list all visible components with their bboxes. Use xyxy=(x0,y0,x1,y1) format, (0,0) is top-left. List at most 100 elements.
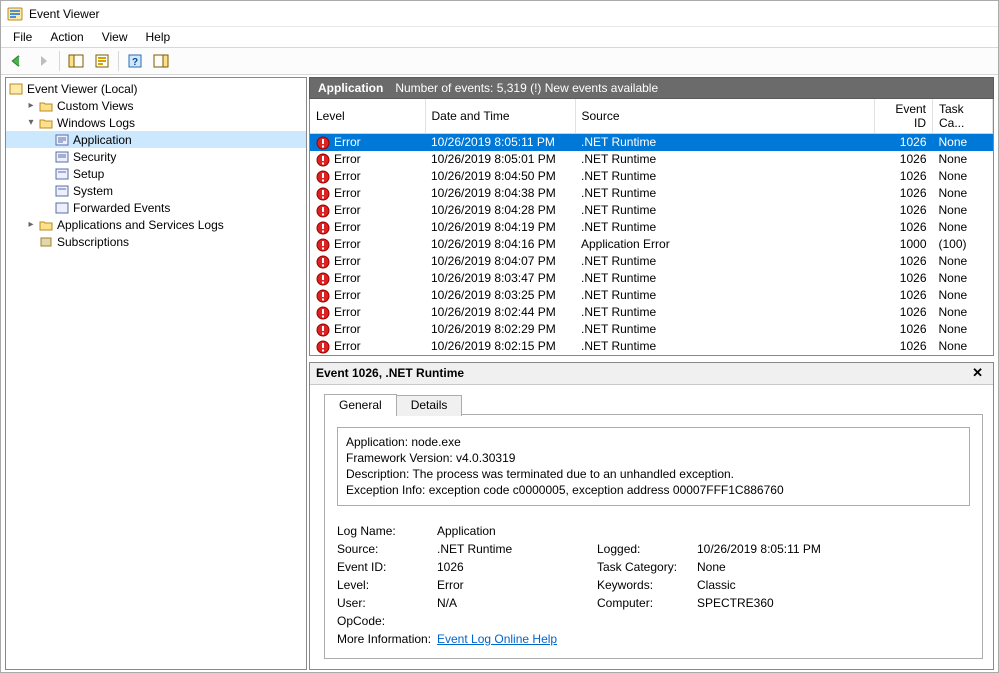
val-opcode xyxy=(437,614,597,628)
event-row[interactable]: Error10/26/2019 8:05:11 PM.NET Runtime10… xyxy=(310,134,993,151)
event-description[interactable]: Application: node.exe Framework Version:… xyxy=(337,427,970,506)
col-source[interactable]: Source xyxy=(575,99,875,134)
detail-panel: Event 1026, .NET Runtime ✕ General Detai… xyxy=(309,362,994,670)
col-level[interactable]: Level xyxy=(310,99,425,134)
cell-source: .NET Runtime xyxy=(575,253,875,270)
tree-root[interactable]: Event Viewer (Local) xyxy=(6,80,306,97)
event-row[interactable]: Error10/26/2019 8:02:15 PM.NET Runtime10… xyxy=(310,338,993,355)
event-properties: Log Name: Application Source: .NET Runti… xyxy=(337,524,970,646)
cell-level: Error xyxy=(334,339,361,353)
tree-apps-services[interactable]: ▸ Applications and Services Logs xyxy=(6,216,306,233)
event-row[interactable]: Error10/26/2019 8:04:38 PM.NET Runtime10… xyxy=(310,185,993,202)
error-icon xyxy=(316,136,330,150)
event-row[interactable]: Error10/26/2019 8:03:25 PM.NET Runtime10… xyxy=(310,287,993,304)
properties-button[interactable] xyxy=(90,50,114,72)
cell-task: None xyxy=(933,321,993,338)
event-row[interactable]: Error10/26/2019 8:04:28 PM.NET Runtime10… xyxy=(310,202,993,219)
tree-application[interactable]: Application xyxy=(6,131,306,148)
menu-file[interactable]: File xyxy=(5,28,40,46)
tab-body-general: Application: node.exe Framework Version:… xyxy=(324,414,983,659)
lbl-task-cat: Task Category: xyxy=(597,560,697,574)
tab-general[interactable]: General xyxy=(324,394,397,415)
lbl-computer: Computer: xyxy=(597,596,697,610)
detail-tabs: General Details xyxy=(324,393,983,414)
folder-icon xyxy=(38,98,54,114)
cell-source: .NET Runtime xyxy=(575,219,875,236)
cell-datetime: 10/26/2019 8:04:07 PM xyxy=(425,253,575,270)
cell-datetime: 10/26/2019 8:04:16 PM xyxy=(425,236,575,253)
tree-label: Security xyxy=(73,150,116,164)
log-icon xyxy=(54,149,70,165)
cell-eventid: 1026 xyxy=(875,185,933,202)
cell-task: None xyxy=(933,253,993,270)
error-icon xyxy=(316,153,330,167)
tab-details[interactable]: Details xyxy=(396,395,463,416)
event-list[interactable]: Level Date and Time Source Event ID Task… xyxy=(309,99,994,356)
cell-source: .NET Runtime xyxy=(575,287,875,304)
list-header: Application Number of events: 5,319 (!) … xyxy=(309,77,994,99)
tree-label: System xyxy=(73,184,113,198)
cell-datetime: 10/26/2019 8:02:15 PM xyxy=(425,338,575,355)
subscriptions-icon xyxy=(38,234,54,250)
tree-security[interactable]: Security xyxy=(6,148,306,165)
help-button[interactable]: ? xyxy=(123,50,147,72)
cell-source: .NET Runtime xyxy=(575,304,875,321)
tree-forwarded[interactable]: Forwarded Events xyxy=(6,199,306,216)
event-row[interactable]: Error10/26/2019 8:04:19 PM.NET Runtime10… xyxy=(310,219,993,236)
column-headers[interactable]: Level Date and Time Source Event ID Task… xyxy=(310,99,993,134)
menu-help[interactable]: Help xyxy=(138,28,179,46)
lbl-log-name: Log Name: xyxy=(337,524,437,538)
col-datetime[interactable]: Date and Time xyxy=(425,99,575,134)
col-eventid[interactable]: Event ID xyxy=(875,99,933,134)
toolbar-separator xyxy=(118,51,119,71)
tree-label: Custom Views xyxy=(57,99,133,113)
col-task[interactable]: Task Ca... xyxy=(933,99,993,134)
tree-panel[interactable]: Event Viewer (Local) ▸ Custom Views ▾ Wi… xyxy=(5,77,307,670)
event-row[interactable]: Error10/26/2019 8:04:07 PM.NET Runtime10… xyxy=(310,253,993,270)
cell-level: Error xyxy=(334,203,361,217)
nav-forward-button[interactable] xyxy=(31,50,55,72)
cell-datetime: 10/26/2019 8:03:47 PM xyxy=(425,270,575,287)
event-row[interactable]: Error10/26/2019 8:04:50 PM.NET Runtime10… xyxy=(310,168,993,185)
tree-windows-logs[interactable]: ▾ Windows Logs xyxy=(6,114,306,131)
event-row[interactable]: Error10/26/2019 8:05:01 PM.NET Runtime10… xyxy=(310,151,993,168)
log-icon xyxy=(54,166,70,182)
event-log-help-link[interactable]: Event Log Online Help xyxy=(437,632,557,646)
cell-task: None xyxy=(933,151,993,168)
event-row[interactable]: Error10/26/2019 8:03:47 PM.NET Runtime10… xyxy=(310,270,993,287)
expand-icon[interactable]: ▸ xyxy=(24,219,38,230)
cell-eventid: 1026 xyxy=(875,287,933,304)
tree-system[interactable]: System xyxy=(6,182,306,199)
event-row[interactable]: Error10/26/2019 8:04:16 PMApplication Er… xyxy=(310,236,993,253)
val-level: Error xyxy=(437,578,597,592)
close-icon[interactable]: ✕ xyxy=(968,365,987,381)
cell-eventid: 1026 xyxy=(875,168,933,185)
tree-subscriptions[interactable]: Subscriptions xyxy=(6,233,306,250)
show-tree-button[interactable] xyxy=(64,50,88,72)
cell-task: None xyxy=(933,202,993,219)
detail-title-text: Event 1026, .NET Runtime xyxy=(316,366,464,380)
tree-label: Setup xyxy=(73,167,104,181)
event-row[interactable]: Error10/26/2019 8:02:29 PM.NET Runtime10… xyxy=(310,321,993,338)
list-header-count: Number of events: 5,319 (!) New events a… xyxy=(395,81,658,95)
event-row[interactable]: Error10/26/2019 8:02:44 PM.NET Runtime10… xyxy=(310,304,993,321)
val-logged: 10/26/2019 8:05:11 PM xyxy=(697,542,897,556)
menu-view[interactable]: View xyxy=(94,28,136,46)
val-event-id: 1026 xyxy=(437,560,597,574)
collapse-icon[interactable]: ▾ xyxy=(24,117,38,128)
val-source: .NET Runtime xyxy=(437,542,597,556)
menu-action[interactable]: Action xyxy=(42,28,91,46)
tree-setup[interactable]: Setup xyxy=(6,165,306,182)
cell-eventid: 1026 xyxy=(875,202,933,219)
folder-icon xyxy=(38,217,54,233)
action-pane-button[interactable] xyxy=(149,50,173,72)
cell-level: Error xyxy=(334,152,361,166)
event-viewer-icon xyxy=(8,81,24,97)
tree-custom-views[interactable]: ▸ Custom Views xyxy=(6,97,306,114)
expand-icon[interactable]: ▸ xyxy=(24,100,38,111)
error-icon xyxy=(316,170,330,184)
cell-task: None xyxy=(933,219,993,236)
cell-source: .NET Runtime xyxy=(575,185,875,202)
nav-back-button[interactable] xyxy=(5,50,29,72)
cell-source: .NET Runtime xyxy=(575,168,875,185)
